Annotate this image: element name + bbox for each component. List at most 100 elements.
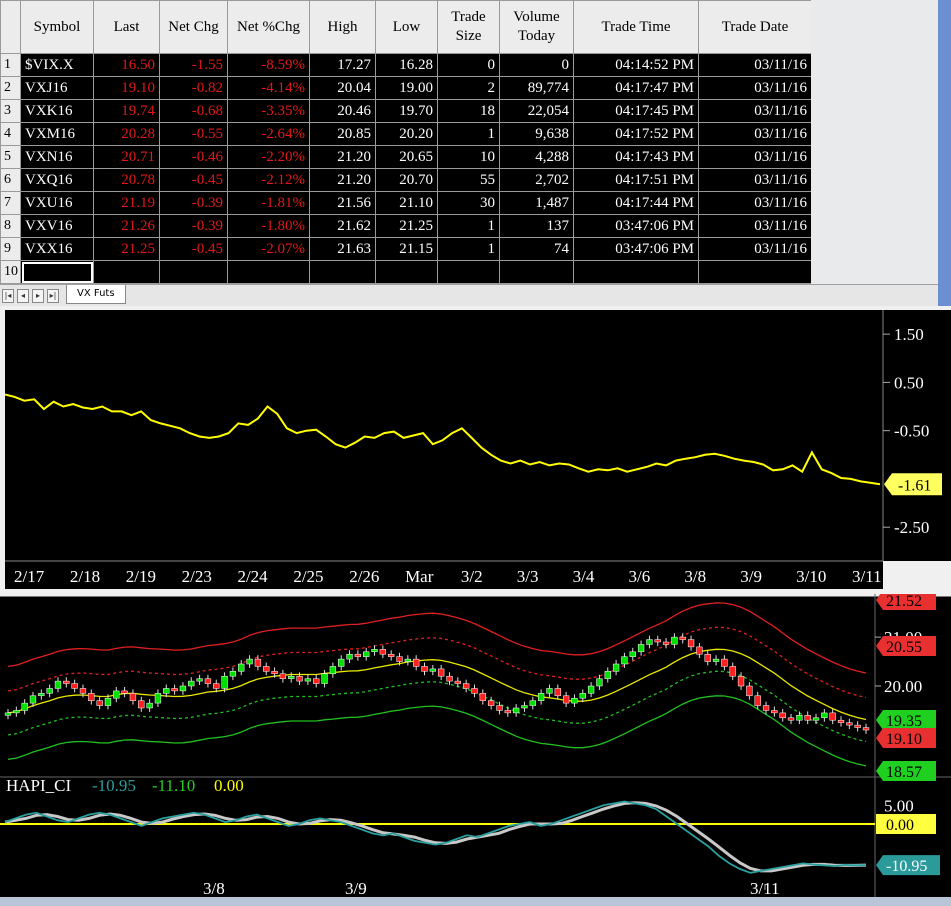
cell-symbol[interactable]: $VIX.X [20,53,94,77]
cell-trade-size[interactable]: 18 [437,99,500,123]
cell-volume-today[interactable]: 137 [499,214,574,238]
cell-trade-time[interactable]: 04:17:44 PM [573,191,699,215]
cell-low[interactable] [375,260,438,284]
cell-symbol[interactable]: VXV16 [20,214,94,238]
cell-trade-date[interactable]: 03/11/16 [698,122,812,146]
cell-symbol[interactable]: VXU16 [20,191,94,215]
cell-low[interactable]: 21.25 [375,214,438,238]
cell-symbol[interactable]: VXJ16 [20,76,94,100]
cell-low[interactable]: 20.20 [375,122,438,146]
cell-trade-size[interactable]: 1 [437,237,500,261]
sheet-tab-vx-futs[interactable]: VX Futs [66,285,126,304]
cell-low[interactable]: 20.65 [375,145,438,169]
row-number[interactable]: 6 [0,168,21,192]
cell-net-chg[interactable]: -0.55 [159,122,228,146]
cell-net-pct-chg[interactable]: -1.81% [227,191,310,215]
cell-trade-time[interactable]: 04:14:52 PM [573,53,699,77]
cell-trade-size[interactable]: 30 [437,191,500,215]
cell-symbol[interactable]: VXK16 [20,99,94,123]
cell-high[interactable]: 20.46 [309,99,376,123]
cell-trade-size[interactable]: 55 [437,168,500,192]
cell-net-pct-chg[interactable] [227,260,310,284]
header-last[interactable]: Last [93,0,160,54]
cell-low[interactable]: 21.15 [375,237,438,261]
cell-volume-today[interactable]: 22,054 [499,99,574,123]
cell-symbol[interactable]: VXX16 [20,237,94,261]
row-number[interactable]: 5 [0,145,21,169]
cell-trade-date[interactable]: 03/11/16 [698,76,812,100]
cell-low[interactable]: 16.28 [375,53,438,77]
cell-trade-date[interactable]: 03/11/16 [698,53,812,77]
cell-last[interactable]: 19.10 [93,76,160,100]
cell-trade-size[interactable]: 1 [437,214,500,238]
cell-volume-today[interactable]: 89,774 [499,76,574,100]
row-number[interactable]: 2 [0,76,21,100]
cell-trade-size[interactable] [437,260,500,284]
cell-low[interactable]: 20.70 [375,168,438,192]
cell-net-chg[interactable]: -0.82 [159,76,228,100]
cell-net-chg[interactable]: -0.39 [159,191,228,215]
cell-high[interactable]: 17.27 [309,53,376,77]
cell-trade-date[interactable]: 03/11/16 [698,214,812,238]
cell-high[interactable] [309,260,376,284]
cell-symbol[interactable]: VXN16 [20,145,94,169]
header-symbol[interactable]: Symbol [20,0,94,54]
cell-last[interactable]: 21.26 [93,214,160,238]
cell-last[interactable]: 20.28 [93,122,160,146]
cell-net-pct-chg[interactable]: -2.20% [227,145,310,169]
next-sheet-button[interactable]: ▸ [32,289,44,303]
cell-net-chg[interactable]: -0.45 [159,237,228,261]
header-high[interactable]: High [309,0,376,54]
row-number[interactable]: 9 [0,237,21,261]
cell-trade-size[interactable]: 10 [437,145,500,169]
cell-volume-today[interactable]: 0 [499,53,574,77]
cell-low[interactable]: 21.10 [375,191,438,215]
cell-net-pct-chg[interactable]: -3.35% [227,99,310,123]
last-sheet-button[interactable]: ▸| [47,289,59,303]
header-trade-date[interactable]: Trade Date [698,0,812,54]
cell-high[interactable]: 21.62 [309,214,376,238]
cell-net-chg[interactable]: -0.46 [159,145,228,169]
cell-low[interactable]: 19.00 [375,76,438,100]
row-number[interactable]: 1 [0,53,21,77]
header-trade-size[interactable]: Trade Size [437,0,500,54]
cell-net-chg[interactable] [159,260,228,284]
cell-high[interactable]: 20.04 [309,76,376,100]
cell-net-pct-chg[interactable]: -4.14% [227,76,310,100]
cell-high[interactable]: 20.85 [309,122,376,146]
row-number[interactable]: 8 [0,214,21,238]
cell-trade-size[interactable]: 0 [437,53,500,77]
cell-volume-today[interactable]: 74 [499,237,574,261]
header-trade-time[interactable]: Trade Time [573,0,699,54]
cell-symbol[interactable]: VXM16 [20,122,94,146]
cell-trade-time[interactable]: 04:17:52 PM [573,122,699,146]
cell-last[interactable]: 21.25 [93,237,160,261]
cell-trade-size[interactable]: 1 [437,122,500,146]
cell-trade-time[interactable]: 03:47:06 PM [573,214,699,238]
cell-trade-date[interactable] [698,260,812,284]
cell-symbol[interactable] [20,260,94,284]
cell-last[interactable]: 20.78 [93,168,160,192]
cell-volume-today[interactable]: 1,487 [499,191,574,215]
cell-trade-size[interactable]: 2 [437,76,500,100]
header-net-pct-chg[interactable]: Net %Chg [227,0,310,54]
cell-net-pct-chg[interactable]: -2.12% [227,168,310,192]
cell-net-chg[interactable]: -0.68 [159,99,228,123]
row-number[interactable]: 10 [0,260,21,284]
header-low[interactable]: Low [375,0,438,54]
cell-last[interactable]: 20.71 [93,145,160,169]
cell-trade-time[interactable]: 04:17:51 PM [573,168,699,192]
cell-net-chg[interactable]: -0.45 [159,168,228,192]
cell-volume-today[interactable] [499,260,574,284]
cell-net-pct-chg[interactable]: -2.07% [227,237,310,261]
cell-volume-today[interactable]: 2,702 [499,168,574,192]
cell-symbol[interactable]: VXQ16 [20,168,94,192]
cell-high[interactable]: 21.56 [309,191,376,215]
cell-last[interactable]: 21.19 [93,191,160,215]
cell-trade-date[interactable]: 03/11/16 [698,145,812,169]
row-number[interactable]: 7 [0,191,21,215]
cell-last[interactable]: 19.74 [93,99,160,123]
cell-high[interactable]: 21.63 [309,237,376,261]
cell-trade-time[interactable]: 04:17:47 PM [573,76,699,100]
cell-last[interactable]: 16.50 [93,53,160,77]
